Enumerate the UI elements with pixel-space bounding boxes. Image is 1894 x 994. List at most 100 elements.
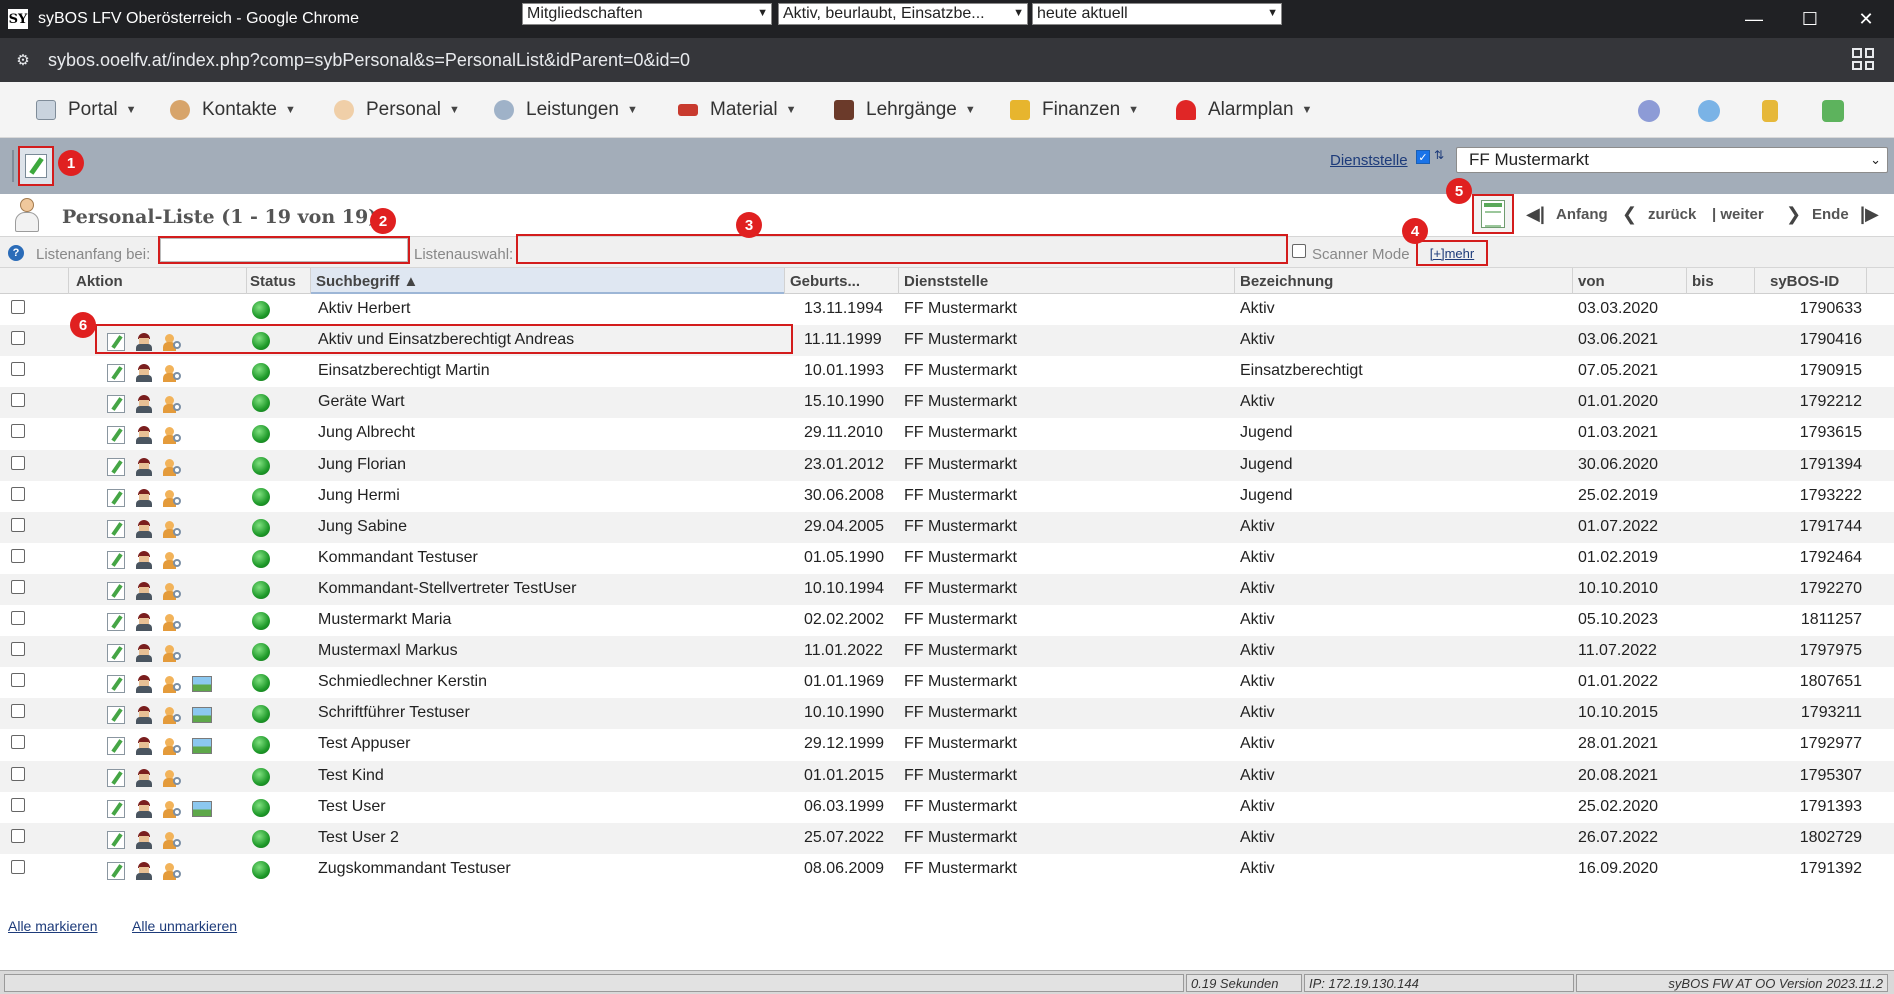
row-checkbox[interactable] — [11, 579, 25, 594]
firefighter-icon[interactable] — [135, 644, 153, 663]
list-start-field[interactable] — [158, 236, 410, 264]
user-settings-icon[interactable] — [163, 582, 181, 600]
table-row[interactable]: Test User 06.03.1999 FF Mustermarkt Aktiv 25… — [0, 792, 1894, 823]
user-settings-icon[interactable] — [163, 800, 181, 818]
cell-name[interactable]: Test Kind — [318, 767, 384, 785]
pager-next[interactable]: | weiter — [1712, 206, 1764, 223]
firefighter-icon[interactable] — [135, 830, 153, 849]
status-select[interactable]: Aktiv, beurlaubt, Einsatzbe... ▼ — [778, 3, 1028, 25]
edit-icon[interactable] — [107, 706, 125, 725]
export-excel-button[interactable] — [1472, 194, 1514, 234]
row-checkbox[interactable] — [11, 300, 25, 314]
cell-name[interactable]: Zugskommandant Testuser — [318, 860, 511, 878]
cell-name[interactable]: Test User 2 — [318, 829, 399, 847]
close-icon[interactable]: ✕ — [1838, 0, 1894, 38]
menu-material[interactable]: Material ▼ — [678, 98, 796, 122]
firefighter-icon[interactable] — [135, 364, 153, 383]
menu-leistungen[interactable]: Leistungen ▼ — [494, 98, 638, 122]
cell-name[interactable]: Kommandant Testuser — [318, 549, 478, 567]
cell-name[interactable]: Einsatzberechtigt Martin — [318, 362, 490, 380]
firefighter-icon[interactable] — [135, 675, 153, 694]
prev-page-icon[interactable]: ❮ — [1622, 204, 1637, 225]
firefighter-icon[interactable] — [135, 768, 153, 787]
dienststelle-checkbox[interactable]: ✓ — [1416, 150, 1430, 164]
cell-name[interactable]: Kommandant-Stellvertreter TestUser — [318, 580, 576, 598]
dienststelle-label[interactable]: Dienststelle — [1330, 152, 1408, 169]
row-checkbox[interactable] — [11, 362, 25, 377]
user-settings-icon[interactable] — [163, 426, 181, 445]
edit-icon[interactable] — [107, 581, 125, 600]
pager-prev[interactable]: zurück — [1648, 206, 1696, 223]
table-row[interactable]: Jung Florian 23.01.2012 FF Mustermarkt Juge… — [0, 449, 1894, 481]
photo-icon[interactable] — [192, 707, 212, 724]
cell-name[interactable]: Aktiv Herbert — [318, 300, 410, 318]
more-filters-link[interactable]: [+]mehr — [1416, 240, 1488, 266]
user-settings-icon[interactable] — [163, 613, 181, 631]
user-settings-icon[interactable] — [163, 489, 181, 507]
cell-name[interactable]: Schriftführer Testuser — [318, 704, 470, 722]
minimize-icon[interactable]: — — [1726, 0, 1782, 38]
last-page-icon[interactable]: |▶ — [1860, 204, 1879, 225]
firefighter-icon[interactable] — [135, 799, 153, 818]
photo-icon[interactable] — [192, 738, 212, 755]
row-checkbox[interactable] — [11, 766, 25, 781]
cell-name[interactable]: Jung Albrecht — [318, 424, 415, 442]
firefighter-icon[interactable] — [135, 581, 153, 600]
menu-finanzen[interactable]: Finanzen ▼ — [1010, 98, 1139, 122]
user-settings-icon[interactable] — [163, 737, 181, 756]
qr-code-icon[interactable] — [1852, 48, 1874, 70]
list-start-input[interactable] — [160, 238, 408, 262]
logout-icon[interactable] — [1822, 100, 1844, 122]
table-row[interactable]: Mustermarkt Maria 02.02.2002 FF Mustermark… — [0, 605, 1894, 636]
row-checkbox[interactable] — [11, 797, 25, 812]
edit-icon[interactable] — [107, 830, 125, 849]
edit-icon[interactable] — [107, 675, 125, 694]
menu-portal[interactable]: Portal ▼ — [36, 98, 137, 122]
row-checkbox[interactable] — [11, 548, 25, 563]
cell-name[interactable]: Test User — [318, 798, 386, 816]
row-checkbox[interactable] — [11, 673, 25, 688]
site-info-icon[interactable]: ⚙ — [10, 47, 36, 73]
col-sybos-id[interactable]: syBOS-ID — [1770, 273, 1839, 290]
table-row[interactable]: Test Kind 01.01.2015 FF Mustermarkt Aktiv 20… — [0, 760, 1894, 792]
firefighter-icon[interactable] — [135, 737, 153, 756]
row-checkbox[interactable] — [11, 828, 25, 843]
firefighter-icon[interactable] — [135, 706, 153, 725]
row-checkbox[interactable] — [11, 393, 25, 408]
edit-icon[interactable] — [107, 550, 125, 569]
pager-last[interactable]: Ende — [1812, 206, 1849, 223]
row-checkbox[interactable] — [11, 486, 25, 501]
row-checkbox[interactable] — [11, 735, 25, 750]
table-row[interactable]: Jung Hermi 30.06.2008 FF Mustermarkt Jugend… — [0, 481, 1894, 512]
next-page-icon[interactable]: ❯ — [1786, 204, 1801, 225]
user-settings-icon[interactable] — [163, 644, 181, 663]
language-icon[interactable] — [1638, 100, 1660, 122]
user-settings-icon[interactable] — [163, 520, 181, 538]
user-settings-icon[interactable] — [163, 706, 181, 725]
photo-icon[interactable] — [192, 800, 212, 817]
table-row[interactable]: Test User 2 25.07.2022 FF Mustermarkt Aktiv… — [0, 822, 1894, 854]
col-geburtsdatum[interactable]: Geburts... — [790, 273, 860, 290]
firefighter-icon[interactable] — [135, 457, 153, 476]
url-field[interactable]: sybos.ooelfv.at/index.php?comp=sybPerson… — [48, 50, 690, 71]
table-row[interactable]: Mustermaxl Markus 11.01.2022 FF Mustermark… — [0, 636, 1894, 668]
table-row[interactable]: Schriftführer Testuser 10.10.1990 FF Muste… — [0, 698, 1894, 730]
edit-icon[interactable] — [107, 644, 125, 663]
row-checkbox[interactable] — [11, 642, 25, 657]
user-settings-icon[interactable] — [163, 364, 181, 383]
row-checkbox[interactable] — [11, 859, 25, 874]
membership-select[interactable]: Mitgliedschaften ▼ — [522, 3, 772, 25]
maximize-icon[interactable]: ☐ — [1782, 0, 1838, 38]
row-checkbox[interactable] — [11, 331, 25, 346]
col-dienststelle[interactable]: Dienststelle — [904, 273, 988, 290]
row-checkbox[interactable] — [11, 611, 25, 625]
firefighter-icon[interactable] — [135, 395, 153, 414]
edit-icon[interactable] — [107, 737, 125, 756]
cell-name[interactable]: Mustermarkt Maria — [318, 611, 451, 629]
edit-icon[interactable] — [107, 519, 125, 538]
user-settings-icon[interactable] — [163, 395, 181, 414]
dienststelle-select[interactable]: FF Mustermarkt ⌄ — [1456, 147, 1888, 173]
cell-name[interactable]: Schmiedlechner Kerstin — [318, 673, 487, 691]
menu-alarmplan[interactable]: Alarmplan ▼ — [1176, 98, 1312, 122]
date-select[interactable]: heute aktuell ▼ — [1032, 3, 1282, 25]
